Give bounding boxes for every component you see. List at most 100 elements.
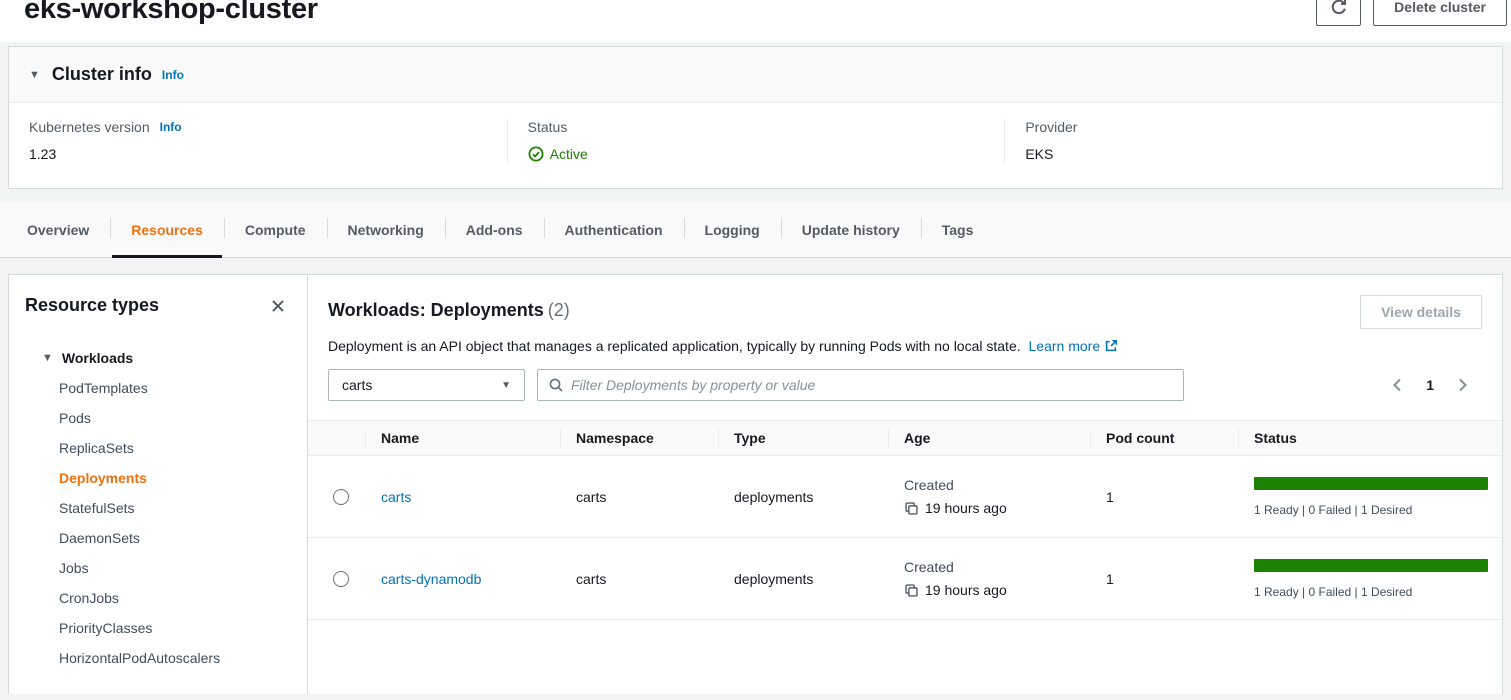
tree-group-workloads[interactable]: ▼ Workloads	[25, 343, 291, 373]
resources-content: Resource types ▼ Workloads PodTemplates …	[8, 274, 1503, 694]
status-text: 1 Ready | 0 Failed | 1 Desired	[1254, 503, 1488, 517]
tab-update-history[interactable]: Update history	[781, 202, 921, 257]
tab-authentication[interactable]: Authentication	[544, 202, 684, 257]
sidebar-item-pods[interactable]: Pods	[25, 403, 291, 433]
page-number[interactable]: 1	[1426, 377, 1434, 393]
dropdown-value: carts	[342, 377, 372, 393]
sidebar-item-deployments[interactable]: Deployments	[25, 463, 291, 493]
copy-icon[interactable]	[904, 501, 919, 516]
status-bar	[1254, 559, 1488, 572]
sidebar-item-daemonsets[interactable]: DaemonSets	[25, 523, 291, 553]
age-value: 19 hours ago	[925, 500, 1007, 516]
tab-compute[interactable]: Compute	[224, 202, 327, 257]
resource-types-sidebar: Resource types ▼ Workloads PodTemplates …	[9, 275, 308, 694]
namespace-cell: carts	[560, 571, 718, 587]
type-cell: deployments	[718, 489, 888, 505]
tab-tags[interactable]: Tags	[921, 202, 995, 257]
kubernetes-version-field: Kubernetes version Info 1.23	[9, 119, 507, 162]
age-value: 19 hours ago	[925, 582, 1007, 598]
search-box	[537, 369, 1184, 401]
copy-icon[interactable]	[904, 583, 919, 598]
external-link-icon	[1104, 339, 1118, 356]
pod-count-cell: 1	[1090, 571, 1238, 587]
sidebar-item-horizontalpodautoscalers[interactable]: HorizontalPodAutoscalers	[25, 643, 291, 673]
deployment-name-link[interactable]: carts	[381, 489, 411, 505]
status-label: Status	[528, 119, 568, 135]
search-input[interactable]	[571, 377, 1173, 393]
status-field: Status Active	[507, 119, 1005, 162]
header-select	[308, 421, 365, 455]
row-select-radio[interactable]	[333, 489, 349, 505]
page-title: eks-workshop-cluster	[24, 0, 318, 26]
provider-label: Provider	[1025, 119, 1077, 135]
table-row: carts carts deployments Created	[308, 456, 1502, 538]
filter-row: carts ▼ 1	[328, 369, 1482, 401]
cluster-tabs: Overview Resources Compute Networking Ad…	[0, 202, 1511, 258]
chevron-left-icon[interactable]	[1390, 377, 1406, 393]
deployments-description: Deployment is an API object that manages…	[328, 338, 1482, 356]
tab-add-ons[interactable]: Add-ons	[445, 202, 544, 257]
page-header: eks-workshop-cluster Delete cluster	[0, 0, 1511, 42]
tab-overview[interactable]: Overview	[6, 202, 110, 257]
provider-value: EKS	[1025, 146, 1482, 162]
header-namespace: Namespace	[560, 421, 718, 455]
age-cell: Created 19 hours ago	[888, 559, 1090, 598]
kubernetes-version-info-link[interactable]: Info	[160, 120, 182, 134]
tab-resources[interactable]: Resources	[110, 202, 224, 257]
table-row: carts-dynamodb carts deployments Created	[308, 538, 1502, 620]
refresh-icon	[1330, 0, 1348, 16]
cluster-info-title: Cluster info	[52, 64, 152, 85]
age-cell: Created 19 hours ago	[888, 477, 1090, 516]
status-bar	[1254, 477, 1488, 490]
deployments-title: Workloads: Deployments(2)	[328, 295, 570, 321]
status-text: 1 Ready | 0 Failed | 1 Desired	[1254, 585, 1488, 599]
learn-more-link[interactable]: Learn more	[1029, 338, 1101, 354]
header-status: Status	[1238, 421, 1502, 455]
table-header: Name Namespace Type Age Pod count Status	[308, 420, 1502, 456]
cluster-info-info-link[interactable]: Info	[162, 68, 184, 82]
status-cell: 1 Ready | 0 Failed | 1 Desired	[1238, 559, 1502, 599]
page-header-actions: Delete cluster	[1316, 0, 1507, 26]
close-icon[interactable]	[269, 297, 287, 315]
eks-cluster-page: eks-workshop-cluster Delete cluster ▼ Cl…	[0, 0, 1511, 700]
tree-group-label: Workloads	[62, 350, 133, 366]
deployment-name-link[interactable]: carts-dynamodb	[381, 571, 481, 587]
view-details-button[interactable]: View details	[1360, 295, 1482, 329]
kubernetes-version-value: 1.23	[29, 146, 487, 162]
refresh-button[interactable]	[1316, 0, 1361, 26]
sidebar-item-priorityclasses[interactable]: PriorityClasses	[25, 613, 291, 643]
provider-field: Provider EKS	[1004, 119, 1502, 162]
deployments-count: (2)	[548, 300, 570, 320]
delete-cluster-button[interactable]: Delete cluster	[1373, 0, 1507, 26]
check-circle-icon	[528, 146, 544, 162]
kubernetes-version-label: Kubernetes version	[29, 119, 150, 135]
tab-networking[interactable]: Networking	[327, 202, 445, 257]
deployments-panel: Workloads: Deployments(2) View details D…	[308, 275, 1502, 694]
namespace-cell: carts	[560, 489, 718, 505]
sidebar-item-jobs[interactable]: Jobs	[25, 553, 291, 583]
header-type: Type	[718, 421, 888, 455]
caret-down-icon: ▼	[501, 380, 511, 391]
age-created-label: Created	[904, 477, 1090, 493]
pod-count-cell: 1	[1090, 489, 1238, 505]
caret-down-icon: ▼	[42, 352, 53, 364]
header-pod-count: Pod count	[1090, 421, 1238, 455]
sidebar-item-replicasets[interactable]: ReplicaSets	[25, 433, 291, 463]
sidebar-item-cronjobs[interactable]: CronJobs	[25, 583, 291, 613]
status-value: Active	[550, 146, 588, 162]
pagination: 1	[1390, 377, 1482, 393]
tab-logging[interactable]: Logging	[684, 202, 781, 257]
cluster-info-body: Kubernetes version Info 1.23 Status	[9, 103, 1502, 188]
resource-types-tree: ▼ Workloads PodTemplates Pods ReplicaSet…	[25, 343, 291, 673]
sidebar-item-statefulsets[interactable]: StatefulSets	[25, 493, 291, 523]
type-cell: deployments	[718, 571, 888, 587]
collapse-caret-icon: ▼	[29, 69, 40, 81]
deployments-table: Name Namespace Type Age Pod count Status…	[308, 420, 1502, 620]
resource-types-title: Resource types	[25, 295, 159, 316]
cluster-info-header[interactable]: ▼ Cluster info Info	[9, 47, 1502, 103]
chevron-right-icon[interactable]	[1454, 377, 1470, 393]
sidebar-item-podtemplates[interactable]: PodTemplates	[25, 373, 291, 403]
namespace-filter-dropdown[interactable]: carts ▼	[328, 369, 525, 401]
status-cell: 1 Ready | 0 Failed | 1 Desired	[1238, 477, 1502, 517]
row-select-radio[interactable]	[333, 571, 349, 587]
